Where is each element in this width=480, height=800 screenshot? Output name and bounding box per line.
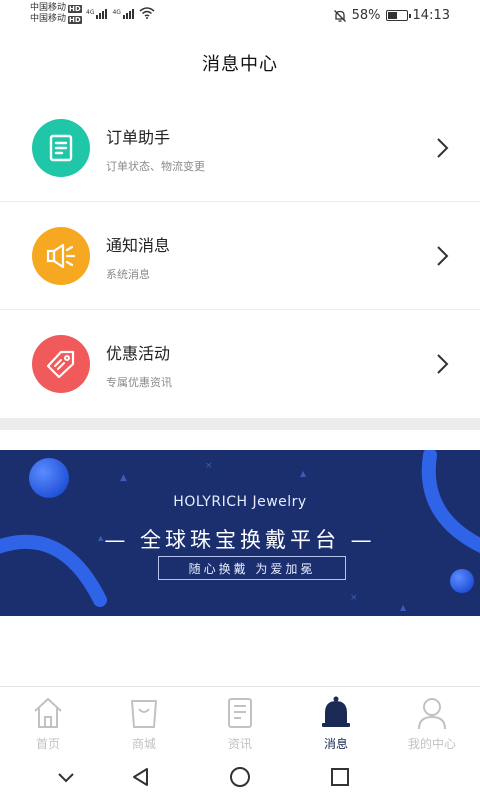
triangle-back-icon[interactable] [130,766,152,788]
message-item-notifications[interactable]: 通知消息 系统消息 [0,202,480,310]
wifi-icon [139,7,155,19]
signal-icon: 4G [86,9,108,19]
svg-text:×: × [350,593,358,603]
banner-brand: HOLYRICH Jewelry [173,494,307,510]
status-right: 58% 14:13 [333,8,450,23]
hd-badge: HD [68,15,82,24]
clock: 14:13 [412,8,450,23]
document-icon [32,119,90,177]
message-title: 订单助手 [106,128,171,147]
signal-indicators: 4G 4G [86,7,155,19]
nav-item-home[interactable]: 首页 [0,687,96,754]
bottom-nav: 首页 商城 资讯 消息 我的中心 [0,686,480,754]
promo-banner[interactable]: ▲ ▲ ▲ ▲ × × HOLYRICH Jewelry — 全球珠宝换戴平台 … [0,450,480,616]
nav-item-news[interactable]: 资讯 [192,687,288,754]
mute-bell-icon [333,9,346,22]
bell-icon [322,696,350,727]
carrier-1: 中国移动 [30,3,67,13]
message-item-order-assistant[interactable]: 订单助手 订单状态、物流变更 [0,94,480,202]
page-title: 消息中心 [202,54,278,75]
chevron-right-icon [437,354,449,374]
svg-text:▲: ▲ [300,469,307,478]
carrier-2: 中国移动 [30,14,67,24]
home-icon [34,698,62,728]
status-bar: 中国移动 HD 中国移动 HD 4G 4G 58% 14:13 [0,0,480,30]
message-list: 订单助手 订单状态、物流变更 通知消息 系统消息 优惠活动 专属优惠资讯 [0,94,480,418]
nav-item-profile[interactable]: 我的中心 [384,687,480,754]
user-icon [418,698,446,730]
carrier-info: 中国移动 HD 中国移动 HD [30,3,82,25]
speaker-icon [32,227,90,285]
signal-icon: 4G [112,9,134,19]
nav-item-messages[interactable]: 消息 [288,687,384,754]
banner-tagline: 随心换戴 为爱加冕 [158,556,346,580]
battery-percent: 58% [351,8,381,23]
nav-item-mall[interactable]: 商城 [96,687,192,754]
message-item-promotions[interactable]: 优惠活动 专属优惠资讯 [0,310,480,418]
price-tag-icon [32,335,90,393]
circle-home-icon[interactable] [229,766,251,788]
message-title: 优惠活动 [106,344,171,363]
shopping-bag-icon [131,700,157,728]
chevron-right-icon [437,138,449,158]
nav-label: 我的中心 [407,737,456,751]
svg-text:▲: ▲ [400,603,407,612]
system-nav-bar [0,754,480,800]
back-chevron-icon[interactable] [55,766,77,788]
nav-label: 资讯 [227,737,252,751]
svg-text:▲: ▲ [120,473,127,483]
section-divider [0,418,480,430]
nav-label: 商城 [131,737,156,751]
nav-label: 首页 [35,737,60,751]
message-subtitle: 专属优惠资讯 [106,376,172,389]
banner-headline: — 全球珠宝换戴平台 — [104,528,376,552]
nav-label: 消息 [323,737,348,751]
message-title: 通知消息 [106,236,171,255]
battery-icon [385,10,411,21]
news-icon [228,698,252,728]
hd-badge: HD [68,4,82,13]
square-recents-icon[interactable] [329,766,351,788]
chevron-right-icon [437,246,449,266]
message-subtitle: 订单状态、物流变更 [106,160,205,173]
message-subtitle: 系统消息 [106,268,150,281]
svg-text:×: × [205,461,213,471]
